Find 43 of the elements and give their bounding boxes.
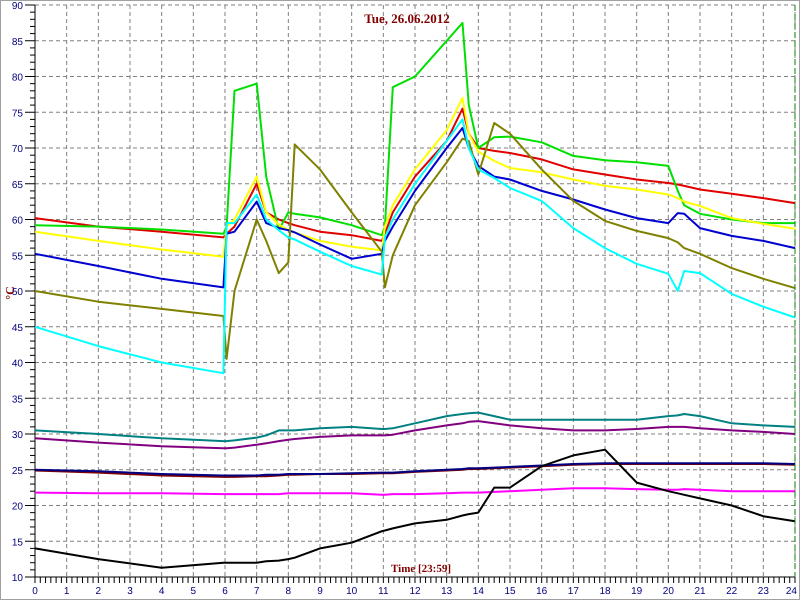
y-tick-label: 15 xyxy=(12,537,23,548)
y-tick-label: 70 xyxy=(12,144,23,155)
y-tick-label: 75 xyxy=(12,108,23,120)
x-tick-label: 22 xyxy=(726,586,738,597)
chart-title: Tue, 26.06.2012 xyxy=(364,11,450,26)
x-tick-label: 13 xyxy=(441,586,452,597)
y-tick-label: 25 xyxy=(12,466,23,477)
y-tick-label: 90 xyxy=(12,1,23,12)
x-tick-label: 24 xyxy=(786,586,797,597)
x-tick-label: 1 xyxy=(64,586,70,597)
x-tick-label: 19 xyxy=(631,586,642,597)
y-tick-label: 20 xyxy=(12,502,23,512)
x-tick-label: 7 xyxy=(254,586,260,597)
x-axis-label: Time [23:59] xyxy=(391,563,451,575)
x-tick-label: 23 xyxy=(758,586,769,597)
x-tick-label: 2 xyxy=(96,586,102,597)
y-tick-label: 85 xyxy=(12,36,23,48)
x-tick-label: 3 xyxy=(127,586,133,597)
y-tick-label: 45 xyxy=(12,322,23,334)
x-tick-label: 6 xyxy=(222,586,228,597)
y-tick-label: 35 xyxy=(12,394,23,406)
y-tick-label: 80 xyxy=(12,72,23,84)
x-tick-label: 5 xyxy=(190,586,196,597)
x-tick-label: 15 xyxy=(504,586,516,597)
x-tick-label: 21 xyxy=(694,586,706,597)
x-tick-label: 20 xyxy=(662,586,674,597)
y-tick-label: 60 xyxy=(12,216,23,226)
x-tick-label: 12 xyxy=(409,586,421,597)
x-tick-label: 9 xyxy=(317,586,323,597)
y-tick-label: 65 xyxy=(12,180,23,191)
x-tick-label: 0 xyxy=(32,586,38,597)
x-tick-label: 18 xyxy=(599,586,611,597)
x-tick-label: 16 xyxy=(536,586,548,597)
y-tick-label: 40 xyxy=(12,358,23,370)
x-tick-label: 4 xyxy=(158,586,164,597)
x-tick-label: 17 xyxy=(568,586,579,597)
x-tick-label: 10 xyxy=(346,586,358,597)
y-tick-label: 55 xyxy=(12,251,23,262)
y-tick-label: 30 xyxy=(12,430,23,441)
x-tick-label: 8 xyxy=(286,586,292,597)
x-tick-label: 14 xyxy=(472,586,484,597)
y-tick-label: 10 xyxy=(12,573,23,584)
x-tick-label: 11 xyxy=(378,586,389,597)
